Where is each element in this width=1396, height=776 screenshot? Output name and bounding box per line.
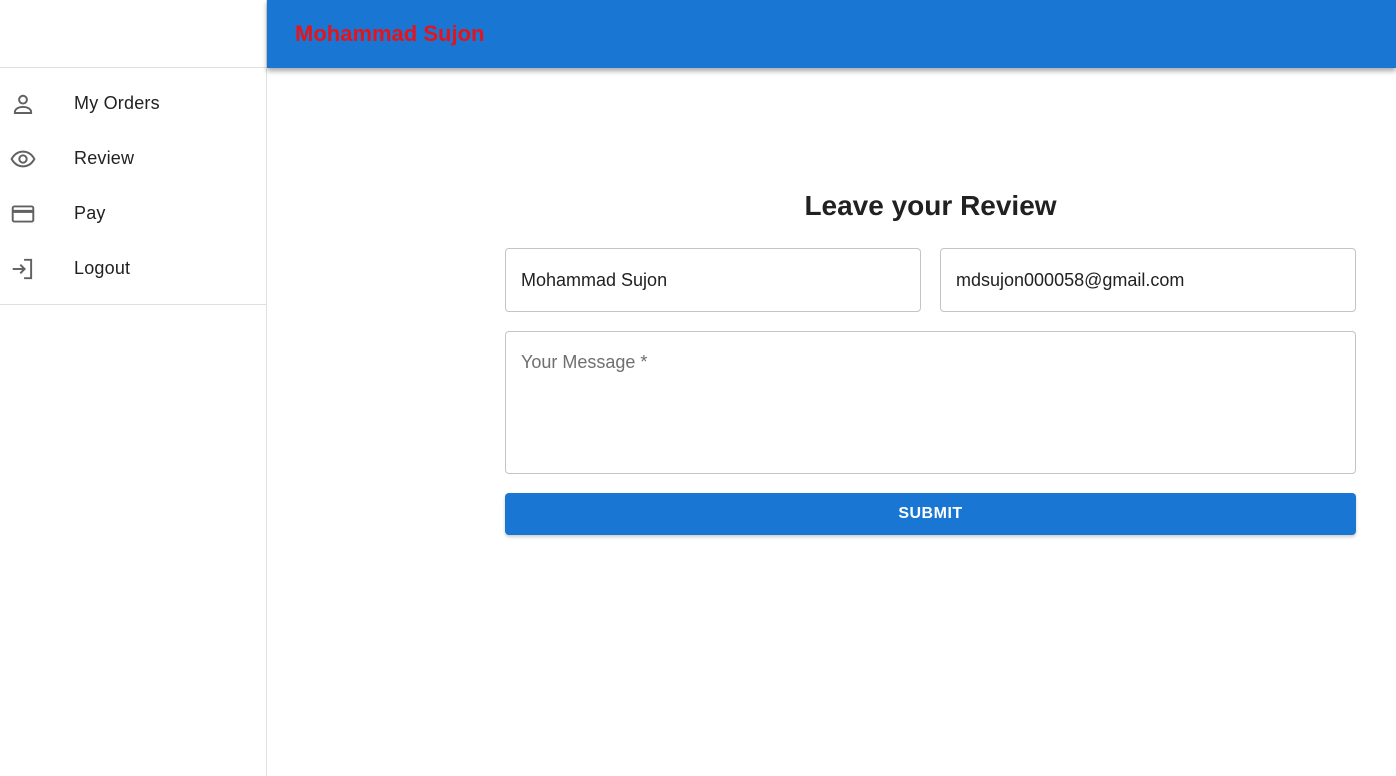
name-field[interactable] [505, 248, 921, 312]
sidebar-item-pay[interactable]: Pay [0, 186, 266, 241]
form-title: Leave your Review [804, 190, 1057, 221]
app-bar: Mohammad Sujon [267, 0, 1396, 68]
sidebar-item-label: Logout [74, 258, 131, 278]
sidebar-item-my-orders[interactable]: My Orders [0, 76, 266, 131]
identity-row [505, 248, 1356, 312]
message-field[interactable] [505, 331, 1356, 474]
submit-button[interactable]: SUBMIT [505, 493, 1356, 535]
sidebar: My Orders Review Pay Logout [0, 0, 267, 776]
sidebar-item-logout[interactable]: Logout [0, 241, 266, 296]
sidebar-nav: My Orders Review Pay Logout [0, 68, 266, 305]
sidebar-item-label: Review [74, 148, 135, 168]
sidebar-item-label: My Orders [74, 93, 160, 113]
app-title: Mohammad Sujon [295, 21, 485, 46]
review-form: Leave your Review SUBMIT [505, 190, 1356, 535]
sidebar-item-label: Pay [74, 203, 106, 223]
login-icon [10, 256, 36, 282]
person-icon [10, 91, 36, 117]
sidebar-header [0, 0, 266, 68]
eye-icon [10, 146, 36, 172]
credit-card-icon [10, 201, 36, 227]
sidebar-item-review[interactable]: Review [0, 131, 266, 186]
email-field[interactable] [940, 248, 1356, 312]
